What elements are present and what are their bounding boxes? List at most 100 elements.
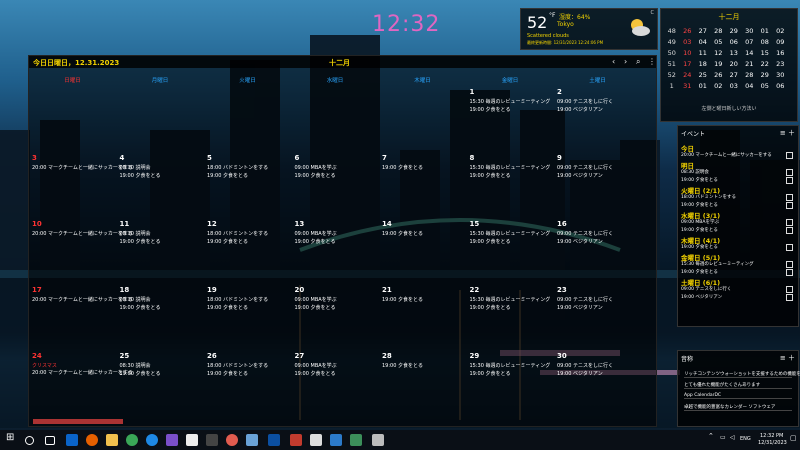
calendar-day-cell[interactable]: 13 09:00 MBAを学ぶ 19:00 夕食をとる (292, 218, 379, 284)
calendar-day-cell[interactable]: 30 09:00 テニスをしに行く 19:00 ベジタリアン (554, 350, 641, 416)
calendar-event[interactable]: 19:00 夕食をとる (207, 172, 248, 179)
calendar-event[interactable]: 19:00 夕食をとる (470, 106, 511, 113)
mini-calendar-day[interactable]: 23 (773, 58, 789, 69)
calendar-day-cell[interactable]: 12 18:00 バドミントンをする 19:00 夕食をとる (204, 218, 291, 284)
calendar-day-cell[interactable] (292, 86, 379, 152)
event-item[interactable]: 19:00 夕食をとる (681, 177, 718, 183)
calendar-day-cell[interactable]: 6 09:00 MBAを学ぶ 19:00 夕食をとる (292, 152, 379, 218)
calendar-day-cell[interactable] (117, 86, 204, 152)
calendar-day-cell[interactable]: 3 20:00 マークチームと一緒にサッカーをする (29, 152, 133, 218)
calendar-day-cell[interactable]: 19 18:00 バドミントンをする 19:00 夕食をとる (204, 284, 291, 350)
mini-calendar-day[interactable]: 01 (757, 25, 773, 36)
taskbar-date[interactable]: 12/31/2023 (758, 440, 787, 446)
calendar-event[interactable]: 19:00 ベジタリアン (557, 370, 603, 377)
windows-start-icon[interactable]: ⊞ (6, 432, 18, 444)
calendar-event[interactable]: 19:00 夕食をとる (295, 238, 336, 245)
calendar-event[interactable]: 19:00 夕食をとる (120, 238, 161, 245)
calendar-event[interactable]: 09:00 テニスをしに行く (557, 164, 613, 171)
event-item[interactable]: 19:00 ベジタリアン (681, 294, 722, 300)
mini-calendar-day[interactable]: 04 (695, 36, 711, 47)
event-item[interactable]: 19:00 夕食をとる (681, 202, 718, 208)
mini-calendar-day[interactable]: 02 (773, 25, 789, 36)
event-item[interactable]: 09:00 テニスをしに行く (681, 286, 731, 292)
mini-calendar-day[interactable]: 01 (695, 80, 711, 91)
calendar-event[interactable]: 15:30 毎週のレビューミーティング (470, 296, 551, 303)
calendar-day-cell[interactable]: 1 15:30 毎週のレビューミーティング 19:00 夕食をとる (467, 86, 554, 152)
calendar-day-cell[interactable]: 29 15:30 毎週のレビューミーティング 19:00 夕食をとる (467, 350, 554, 416)
note-item[interactable]: 卓越で機能的豊富なカレンダー ソフトウェア (684, 404, 792, 411)
mini-calendar-day[interactable]: 31 (680, 80, 696, 91)
mini-calendar-day[interactable]: 24 (680, 69, 696, 80)
calendar-event[interactable]: 19:00 ベジタリアン (557, 238, 603, 245)
event-item[interactable]: 15:30 毎週のレビューミーティング (681, 261, 754, 267)
events-panel[interactable]: イベント ≡ ＋ 今日 20:00 マークチームと一緒にサッカーをする 明日 08:3… (677, 125, 799, 327)
calendar-event[interactable]: 19:00 夕食をとる (382, 164, 423, 171)
calendar-event[interactable]: 15:30 毎週のレビューミーティング (470, 164, 551, 171)
event-item[interactable]: 19:00 夕食をとる (681, 227, 718, 233)
event-item[interactable]: 09:00 MBAを学ぶ (681, 219, 719, 225)
notification-icon[interactable]: ▢ (790, 434, 797, 442)
mini-calendar-day[interactable]: 02 (711, 80, 727, 91)
event-item[interactable]: 19:00 夕食をとる (681, 269, 718, 275)
note-item[interactable]: App CalendarDC (684, 393, 792, 399)
mini-calendar-day[interactable]: 10 (680, 47, 696, 58)
images-icon[interactable] (246, 434, 258, 446)
calendar-event[interactable]: 18:00 バドミントンをする (207, 230, 268, 237)
event-checkbox[interactable] (786, 269, 793, 276)
calendar-event[interactable]: 08:30 説明会 (120, 164, 151, 171)
calendar-day-cell[interactable]: 9 09:00 テニスをしに行く 19:00 ベジタリアン (554, 152, 641, 218)
calendar-event[interactable]: 19:00 ベジタリアン (557, 172, 603, 179)
notes-panel[interactable]: 音称 ≡ ＋ リッチコンテンツウォーショットを支援するための機能を とても優れた機… (677, 350, 800, 427)
calendar-day-cell[interactable] (204, 86, 291, 152)
mini-calendar-day[interactable]: 06 (726, 36, 742, 47)
calendar-event[interactable]: 19:00 夕食をとる (295, 370, 336, 377)
calendar-day-cell[interactable]: 23 09:00 テニスをしに行く 19:00 ベジタリアン (554, 284, 641, 350)
green-app-icon[interactable] (350, 434, 362, 446)
notes-panel-tools[interactable]: ≡ ＋ (780, 353, 795, 363)
calendar-event[interactable]: 19:00 夕食をとる (207, 238, 248, 245)
tray-chevron-icon[interactable]: ⌃ (708, 432, 714, 440)
calendar-day-cell[interactable]: 17 20:00 マークチームと一緒にサッカーをする (29, 284, 133, 350)
event-checkbox[interactable] (786, 219, 793, 226)
event-checkbox[interactable] (786, 294, 793, 301)
blue-app-icon[interactable] (330, 434, 342, 446)
calendar-event[interactable]: 09:00 テニスをしに行く (557, 362, 613, 369)
calendar-event[interactable]: 19:00 夕食をとる (470, 304, 511, 311)
calendar-day-cell[interactable]: 22 15:30 毎週のレビューミーティング 19:00 夕食をとる (467, 284, 554, 350)
note-item[interactable]: とても優れた機能がたくさんあります (684, 382, 792, 389)
calendar-day-cell[interactable]: 5 18:00 バドミントンをする 19:00 夕食をとる (204, 152, 291, 218)
calendar-event[interactable]: 18:00 バドミントンをする (207, 164, 268, 171)
event-item[interactable]: 19:00 夕食をとる (681, 244, 718, 250)
task-view-icon[interactable] (45, 436, 55, 445)
mini-calendar-day[interactable]: 04 (742, 80, 758, 91)
calendar-event[interactable]: 19:00 ベジタリアン (557, 106, 603, 113)
calendar-event[interactable]: 09:00 MBAを学ぶ (295, 362, 337, 369)
mini-calendar-day[interactable]: 05 (757, 80, 773, 91)
calendar-day-cell[interactable]: 16 09:00 テニスをしに行く 19:00 ベジタリアン (554, 218, 641, 284)
mini-calendar-day[interactable]: 14 (742, 47, 758, 58)
mini-calendar-day[interactable]: 27 (726, 69, 742, 80)
calendar-day-cell[interactable]: 20 09:00 MBAを学ぶ 19:00 夕食をとる (292, 284, 379, 350)
mini-calendar-day[interactable]: 09 (773, 36, 789, 47)
calendar-event[interactable]: 19:00 夕食をとる (207, 370, 248, 377)
calendar-event[interactable]: 08:30 説明会 (120, 296, 151, 303)
calendar-event[interactable]: 19:00 夕食をとる (470, 370, 511, 377)
event-item[interactable]: 18:00 バドミントンをする (681, 194, 736, 200)
chrome-icon[interactable] (126, 434, 138, 446)
calendar-event[interactable]: 19:00 ベジタリアン (557, 304, 603, 311)
calendar-day-cell[interactable] (379, 86, 466, 152)
mini-calendar-day[interactable]: 17 (680, 58, 696, 69)
notepad-icon[interactable] (310, 434, 322, 446)
weather-widget[interactable]: 52 °F 湿度：64% Tokyo Scattered clouds 最終更新… (520, 8, 658, 50)
calendar-event[interactable]: 19:00 夕食をとる (470, 238, 511, 245)
red-app-icon[interactable] (290, 434, 302, 446)
search-icon[interactable]: ⌕ (636, 57, 640, 67)
calendar-day-cell[interactable]: 2 09:00 テニスをしに行く 19:00 ベジタリアン (554, 86, 641, 152)
calendar-event[interactable]: 19:00 夕食をとる (120, 304, 161, 311)
month-calendar[interactable]: 今日日曜日，12.31.2023 十二月 ‹ › ⌕ ⋮ 日曜日 月曜日 火曜日 水曜… (28, 55, 657, 427)
event-checkbox[interactable] (786, 177, 793, 184)
mini-calendar-day[interactable]: 12 (711, 47, 727, 58)
mini-calendar-day[interactable]: 29 (726, 25, 742, 36)
event-item[interactable]: 20:00 マークチームと一緒にサッカーをする (681, 152, 772, 158)
calendar-event[interactable]: 19:00 夕食をとる (120, 370, 161, 377)
